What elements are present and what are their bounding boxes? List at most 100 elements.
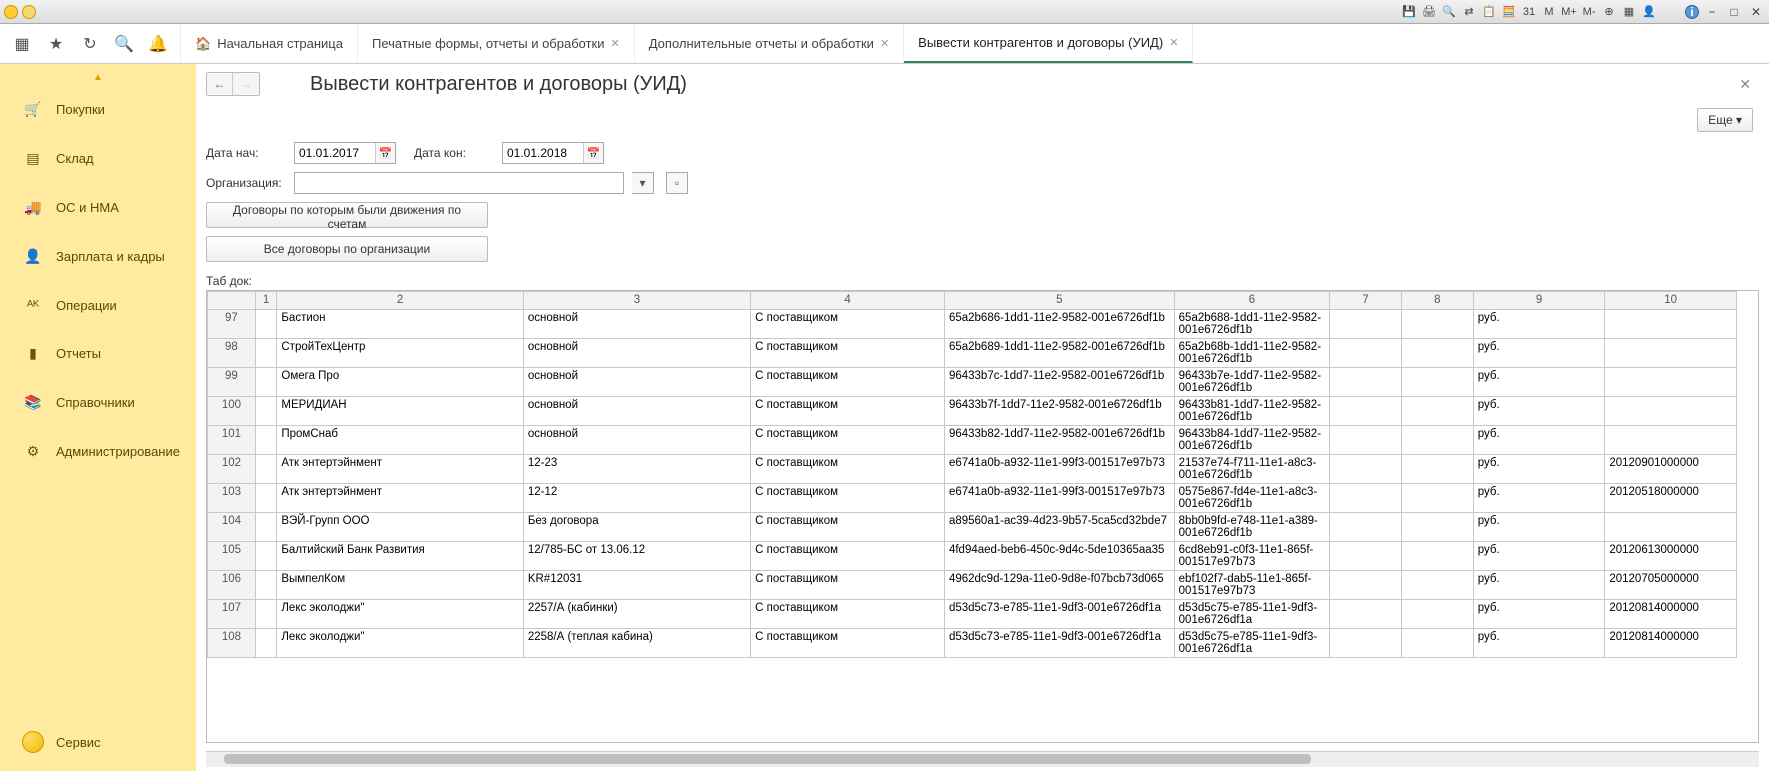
search-icon[interactable]: 🔍 — [114, 34, 134, 54]
table-row[interactable]: 98СтройТехЦентросновнойС поставщиком65a2… — [208, 339, 1737, 368]
sidebar-icon: 📚 — [24, 394, 42, 411]
tab-home[interactable]: 🏠Начальная страница — [181, 24, 358, 63]
info-icon[interactable]: i — [1685, 5, 1699, 19]
column-header[interactable]: 7 — [1330, 292, 1402, 310]
sidebar-item-7[interactable]: ⚙ Администрирование — [0, 427, 196, 476]
date-start-input[interactable]: 📅 — [294, 142, 396, 164]
sidebar-item-label: Отчеты — [56, 346, 101, 361]
main-toolbar: ▦ ★ ↻ 🔍 🔔 🏠Начальная страница Печатные ф… — [0, 24, 1769, 64]
sidebar-item-5[interactable]: ▮ Отчеты — [0, 329, 196, 378]
column-header[interactable]: 9 — [1473, 292, 1605, 310]
column-header[interactable]: 3 — [523, 292, 750, 310]
org-input[interactable] — [294, 172, 624, 194]
date-start-label: Дата нач: — [206, 146, 286, 160]
table-row[interactable]: 107Лекс эколоджи"2257/А (кабинки)С поста… — [208, 600, 1737, 629]
sidebar-icon: 🚚 — [24, 199, 42, 216]
sidebar-item-1[interactable]: ▤ Склад — [0, 134, 196, 183]
sidebar-service[interactable]: Сервис — [0, 717, 196, 771]
table-row[interactable]: 101ПромСнабосновнойС поставщиком96433b82… — [208, 426, 1737, 455]
calendar-icon[interactable]: 📅 — [583, 143, 603, 163]
sidebar-item-0[interactable]: 🛒 Покупки — [0, 85, 196, 134]
sidebar-icon: ⚙ — [24, 443, 42, 460]
user-icon[interactable]: 👤 — [1641, 4, 1657, 20]
column-header[interactable]: 10 — [1605, 292, 1737, 310]
m-icon[interactable]: M — [1541, 4, 1557, 20]
titlebar: 💾 🖨 🔍 ⇄ 📋 🧮 31 M M+ M- ⊕ ▦ 👤 i − □ ✕ — [0, 0, 1769, 24]
sidebar-icon: ᴬᴷ — [24, 297, 42, 313]
tab-extra-reports[interactable]: Дополнительные отчеты и обработки✕ — [635, 24, 904, 63]
close-icon[interactable]: ✕ — [1747, 4, 1765, 20]
close-icon[interactable]: ✕ — [880, 37, 889, 50]
column-header[interactable]: 1 — [255, 292, 277, 310]
sidebar-icon: 🛒 — [24, 101, 42, 118]
print-icon[interactable]: 🖨 — [1421, 4, 1437, 20]
back-button[interactable]: ← — [207, 73, 233, 95]
sidebar-item-label: Справочники — [56, 395, 135, 410]
clipboard-icon[interactable]: 📋 — [1481, 4, 1497, 20]
app-icon — [4, 5, 18, 19]
sidebar-item-label: Склад — [56, 151, 94, 166]
close-page-icon[interactable]: ✕ — [1731, 76, 1759, 93]
maximize-icon[interactable]: □ — [1725, 4, 1743, 20]
column-header[interactable]: 2 — [277, 292, 523, 310]
sidebar-item-6[interactable]: 📚 Справочники — [0, 378, 196, 427]
table-row[interactable]: 97БастионосновнойС поставщиком65a2b686-1… — [208, 310, 1737, 339]
more-button[interactable]: Еще ▾ — [1697, 108, 1753, 132]
sidebar-icon: 👤 — [24, 248, 42, 265]
calc-icon[interactable]: 🧮 — [1501, 4, 1517, 20]
tab-doc-label: Таб док: — [196, 270, 1769, 290]
apps-icon[interactable]: ▦ — [12, 34, 32, 54]
filter-icon[interactable]: ▦ — [1621, 4, 1637, 20]
contracts-with-moves-button[interactable]: Договоры по которым были движения по сче… — [206, 202, 488, 228]
star-icon[interactable]: ★ — [46, 34, 66, 54]
zoom-icon[interactable]: ⊕ — [1601, 4, 1617, 20]
bell-icon[interactable]: 🔔 — [148, 34, 168, 54]
sidebar-item-3[interactable]: 👤Зарплата и кадры — [0, 232, 196, 281]
history-icon[interactable]: ↻ — [80, 34, 100, 54]
sidebar-item-label: ОС и НМА — [56, 200, 119, 215]
sidebar-item-2[interactable]: 🚚 ОС и НМА — [0, 183, 196, 232]
preview-icon[interactable]: 🔍 — [1441, 4, 1457, 20]
calendar-icon[interactable]: 31 — [1521, 4, 1537, 20]
tab-active[interactable]: Вывести контрагентов и договоры (УИД)✕ — [904, 24, 1193, 63]
app-icon-2 — [22, 5, 36, 19]
table-row[interactable]: 106ВымпелКомKR#12031С поставщиком4962dc9… — [208, 571, 1737, 600]
forward-button[interactable]: → — [233, 73, 259, 95]
sidebar-item-label: Покупки — [56, 102, 105, 117]
column-header[interactable]: 6 — [1174, 292, 1330, 310]
table-row[interactable]: 103Атк энтертэйнмент12-12С поставщикомe6… — [208, 484, 1737, 513]
column-header[interactable]: 8 — [1401, 292, 1473, 310]
calendar-icon[interactable]: 📅 — [375, 143, 395, 163]
org-open-button[interactable]: ▫ — [666, 172, 688, 194]
compare-icon[interactable]: ⇄ — [1461, 4, 1477, 20]
horizontal-scrollbar[interactable] — [206, 751, 1759, 767]
minimize-icon[interactable]: − — [1703, 4, 1721, 20]
sidebar-collapse-handle[interactable]: ▲ — [0, 70, 196, 85]
table-row[interactable]: 99Омега ПроосновнойС поставщиком96433b7c… — [208, 368, 1737, 397]
nav-buttons: ← → — [206, 72, 260, 96]
table-row[interactable]: 104ВЭЙ-Групп ОООБез договораС поставщико… — [208, 513, 1737, 542]
table-row[interactable]: 100МЕРИДИАНосновнойС поставщиком96433b7f… — [208, 397, 1737, 426]
column-header[interactable]: 4 — [751, 292, 945, 310]
org-dropdown-button[interactable]: ▾ — [632, 172, 654, 194]
mminus-icon[interactable]: M- — [1581, 4, 1597, 20]
table-row[interactable]: 108Лекс эколоджи"2258/А (теплая кабина)С… — [208, 629, 1737, 658]
coin-icon — [22, 731, 44, 753]
all-contracts-button[interactable]: Все договоры по организации — [206, 236, 488, 262]
column-header[interactable]: 5 — [944, 292, 1174, 310]
sidebar-item-label: Администрирование — [56, 444, 180, 459]
tab-print-forms[interactable]: Печатные формы, отчеты и обработки✕ — [358, 24, 635, 63]
column-header[interactable] — [208, 292, 256, 310]
sidebar-item-4[interactable]: ᴬᴷОперации — [0, 281, 196, 329]
mplus-icon[interactable]: M+ — [1561, 4, 1577, 20]
date-end-input[interactable]: 📅 — [502, 142, 604, 164]
table-row[interactable]: 102Атк энтертэйнмент12-23С поставщикомe6… — [208, 455, 1737, 484]
sidebar-icon: ▮ — [24, 345, 42, 362]
close-icon[interactable]: ✕ — [1169, 36, 1178, 49]
sidebar-icon: ▤ — [24, 150, 42, 167]
data-grid[interactable]: 12345678910 97БастионосновнойС поставщик… — [206, 290, 1759, 743]
save-icon[interactable]: 💾 — [1401, 4, 1417, 20]
table-row[interactable]: 105Балтийский Банк Развития12/785-БС от … — [208, 542, 1737, 571]
close-icon[interactable]: ✕ — [611, 37, 620, 50]
sidebar: ▲ 🛒 Покупки ▤ Склад 🚚 ОС и НМА 👤Зарплата и кад… — [0, 64, 196, 771]
